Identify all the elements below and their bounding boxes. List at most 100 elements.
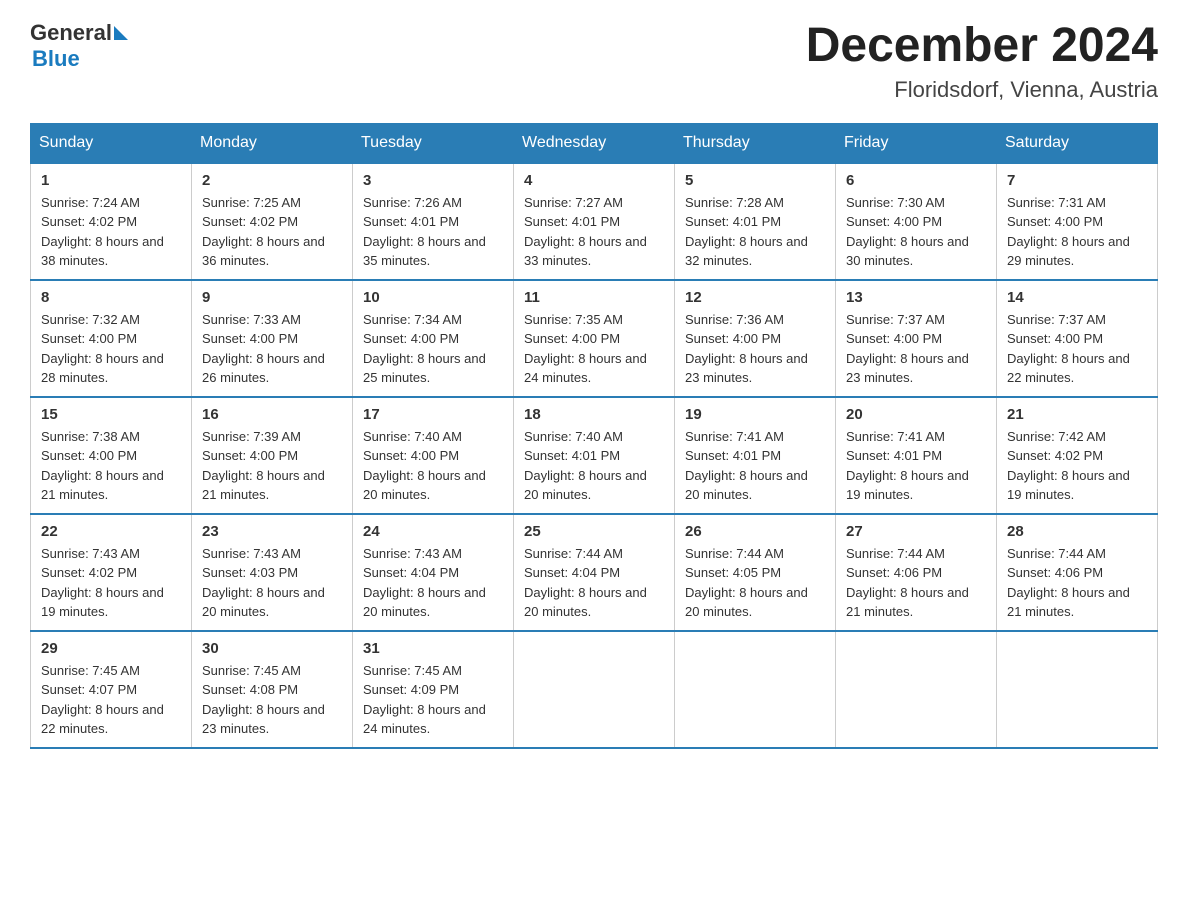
day-number: 28 xyxy=(1007,523,1147,540)
day-info: Sunrise: 7:28 AMSunset: 4:01 PMDaylight:… xyxy=(685,195,808,269)
day-info: Sunrise: 7:34 AMSunset: 4:00 PMDaylight:… xyxy=(363,312,486,386)
day-number: 10 xyxy=(363,289,503,306)
calendar-cell: 23 Sunrise: 7:43 AMSunset: 4:03 PMDaylig… xyxy=(192,514,353,631)
day-info: Sunrise: 7:25 AMSunset: 4:02 PMDaylight:… xyxy=(202,195,325,269)
title-area: December 2024 Floridsdorf, Vienna, Austr… xyxy=(806,20,1158,103)
calendar-cell: 28 Sunrise: 7:44 AMSunset: 4:06 PMDaylig… xyxy=(997,514,1158,631)
day-number: 26 xyxy=(685,523,825,540)
day-info: Sunrise: 7:32 AMSunset: 4:00 PMDaylight:… xyxy=(41,312,164,386)
calendar-cell: 22 Sunrise: 7:43 AMSunset: 4:02 PMDaylig… xyxy=(31,514,192,631)
day-info: Sunrise: 7:41 AMSunset: 4:01 PMDaylight:… xyxy=(846,429,969,503)
logo: General Blue xyxy=(30,20,128,72)
day-number: 8 xyxy=(41,289,181,306)
calendar-cell: 27 Sunrise: 7:44 AMSunset: 4:06 PMDaylig… xyxy=(836,514,997,631)
day-number: 4 xyxy=(524,172,664,189)
calendar-cell: 21 Sunrise: 7:42 AMSunset: 4:02 PMDaylig… xyxy=(997,397,1158,514)
day-info: Sunrise: 7:41 AMSunset: 4:01 PMDaylight:… xyxy=(685,429,808,503)
calendar-cell: 31 Sunrise: 7:45 AMSunset: 4:09 PMDaylig… xyxy=(353,631,514,748)
calendar-cell: 16 Sunrise: 7:39 AMSunset: 4:00 PMDaylig… xyxy=(192,397,353,514)
day-number: 11 xyxy=(524,289,664,306)
day-info: Sunrise: 7:45 AMSunset: 4:09 PMDaylight:… xyxy=(363,663,486,737)
calendar-cell: 13 Sunrise: 7:37 AMSunset: 4:00 PMDaylig… xyxy=(836,280,997,397)
day-info: Sunrise: 7:30 AMSunset: 4:00 PMDaylight:… xyxy=(846,195,969,269)
calendar-cell: 11 Sunrise: 7:35 AMSunset: 4:00 PMDaylig… xyxy=(514,280,675,397)
calendar-cell: 12 Sunrise: 7:36 AMSunset: 4:00 PMDaylig… xyxy=(675,280,836,397)
calendar-cell: 6 Sunrise: 7:30 AMSunset: 4:00 PMDayligh… xyxy=(836,163,997,280)
day-info: Sunrise: 7:36 AMSunset: 4:00 PMDaylight:… xyxy=(685,312,808,386)
calendar-cell: 18 Sunrise: 7:40 AMSunset: 4:01 PMDaylig… xyxy=(514,397,675,514)
calendar-cell xyxy=(514,631,675,748)
calendar-cell: 19 Sunrise: 7:41 AMSunset: 4:01 PMDaylig… xyxy=(675,397,836,514)
calendar-header-row: SundayMondayTuesdayWednesdayThursdayFrid… xyxy=(31,123,1158,163)
calendar-week-row: 15 Sunrise: 7:38 AMSunset: 4:00 PMDaylig… xyxy=(31,397,1158,514)
calendar-cell: 5 Sunrise: 7:28 AMSunset: 4:01 PMDayligh… xyxy=(675,163,836,280)
day-number: 7 xyxy=(1007,172,1147,189)
day-info: Sunrise: 7:27 AMSunset: 4:01 PMDaylight:… xyxy=(524,195,647,269)
calendar-week-row: 1 Sunrise: 7:24 AMSunset: 4:02 PMDayligh… xyxy=(31,163,1158,280)
day-number: 9 xyxy=(202,289,342,306)
calendar-cell: 7 Sunrise: 7:31 AMSunset: 4:00 PMDayligh… xyxy=(997,163,1158,280)
day-number: 22 xyxy=(41,523,181,540)
day-info: Sunrise: 7:43 AMSunset: 4:02 PMDaylight:… xyxy=(41,546,164,620)
calendar-cell xyxy=(675,631,836,748)
calendar-cell: 2 Sunrise: 7:25 AMSunset: 4:02 PMDayligh… xyxy=(192,163,353,280)
day-info: Sunrise: 7:43 AMSunset: 4:04 PMDaylight:… xyxy=(363,546,486,620)
day-number: 2 xyxy=(202,172,342,189)
day-info: Sunrise: 7:44 AMSunset: 4:06 PMDaylight:… xyxy=(846,546,969,620)
day-number: 27 xyxy=(846,523,986,540)
logo-triangle-icon xyxy=(114,26,128,40)
calendar-cell: 1 Sunrise: 7:24 AMSunset: 4:02 PMDayligh… xyxy=(31,163,192,280)
calendar-cell: 3 Sunrise: 7:26 AMSunset: 4:01 PMDayligh… xyxy=(353,163,514,280)
day-number: 23 xyxy=(202,523,342,540)
day-number: 13 xyxy=(846,289,986,306)
day-number: 16 xyxy=(202,406,342,423)
day-info: Sunrise: 7:33 AMSunset: 4:00 PMDaylight:… xyxy=(202,312,325,386)
calendar-cell: 14 Sunrise: 7:37 AMSunset: 4:00 PMDaylig… xyxy=(997,280,1158,397)
calendar-cell: 24 Sunrise: 7:43 AMSunset: 4:04 PMDaylig… xyxy=(353,514,514,631)
day-number: 30 xyxy=(202,640,342,657)
header-monday: Monday xyxy=(192,123,353,163)
calendar-cell xyxy=(997,631,1158,748)
day-info: Sunrise: 7:44 AMSunset: 4:06 PMDaylight:… xyxy=(1007,546,1130,620)
day-info: Sunrise: 7:44 AMSunset: 4:05 PMDaylight:… xyxy=(685,546,808,620)
day-number: 24 xyxy=(363,523,503,540)
day-info: Sunrise: 7:37 AMSunset: 4:00 PMDaylight:… xyxy=(846,312,969,386)
day-number: 21 xyxy=(1007,406,1147,423)
day-info: Sunrise: 7:40 AMSunset: 4:01 PMDaylight:… xyxy=(524,429,647,503)
header-tuesday: Tuesday xyxy=(353,123,514,163)
logo-text-blue: Blue xyxy=(32,46,80,72)
day-info: Sunrise: 7:42 AMSunset: 4:02 PMDaylight:… xyxy=(1007,429,1130,503)
calendar-week-row: 8 Sunrise: 7:32 AMSunset: 4:00 PMDayligh… xyxy=(31,280,1158,397)
logo-text-general: General xyxy=(30,20,112,46)
calendar-cell: 4 Sunrise: 7:27 AMSunset: 4:01 PMDayligh… xyxy=(514,163,675,280)
calendar-cell: 29 Sunrise: 7:45 AMSunset: 4:07 PMDaylig… xyxy=(31,631,192,748)
location-subtitle: Floridsdorf, Vienna, Austria xyxy=(806,77,1158,103)
calendar-cell: 30 Sunrise: 7:45 AMSunset: 4:08 PMDaylig… xyxy=(192,631,353,748)
day-info: Sunrise: 7:26 AMSunset: 4:01 PMDaylight:… xyxy=(363,195,486,269)
calendar-week-row: 29 Sunrise: 7:45 AMSunset: 4:07 PMDaylig… xyxy=(31,631,1158,748)
calendar-cell: 20 Sunrise: 7:41 AMSunset: 4:01 PMDaylig… xyxy=(836,397,997,514)
day-info: Sunrise: 7:37 AMSunset: 4:00 PMDaylight:… xyxy=(1007,312,1130,386)
calendar-cell: 17 Sunrise: 7:40 AMSunset: 4:00 PMDaylig… xyxy=(353,397,514,514)
day-number: 17 xyxy=(363,406,503,423)
header-sunday: Sunday xyxy=(31,123,192,163)
calendar-cell: 25 Sunrise: 7:44 AMSunset: 4:04 PMDaylig… xyxy=(514,514,675,631)
day-number: 20 xyxy=(846,406,986,423)
calendar-cell: 15 Sunrise: 7:38 AMSunset: 4:00 PMDaylig… xyxy=(31,397,192,514)
day-info: Sunrise: 7:45 AMSunset: 4:08 PMDaylight:… xyxy=(202,663,325,737)
day-number: 1 xyxy=(41,172,181,189)
day-number: 18 xyxy=(524,406,664,423)
day-number: 5 xyxy=(685,172,825,189)
day-number: 19 xyxy=(685,406,825,423)
day-info: Sunrise: 7:24 AMSunset: 4:02 PMDaylight:… xyxy=(41,195,164,269)
day-info: Sunrise: 7:43 AMSunset: 4:03 PMDaylight:… xyxy=(202,546,325,620)
day-number: 12 xyxy=(685,289,825,306)
calendar-cell xyxy=(836,631,997,748)
day-number: 6 xyxy=(846,172,986,189)
day-number: 29 xyxy=(41,640,181,657)
day-info: Sunrise: 7:35 AMSunset: 4:00 PMDaylight:… xyxy=(524,312,647,386)
page-header: General Blue December 2024 Floridsdorf, … xyxy=(30,20,1158,103)
month-title: December 2024 xyxy=(806,20,1158,73)
day-info: Sunrise: 7:31 AMSunset: 4:00 PMDaylight:… xyxy=(1007,195,1130,269)
header-thursday: Thursday xyxy=(675,123,836,163)
